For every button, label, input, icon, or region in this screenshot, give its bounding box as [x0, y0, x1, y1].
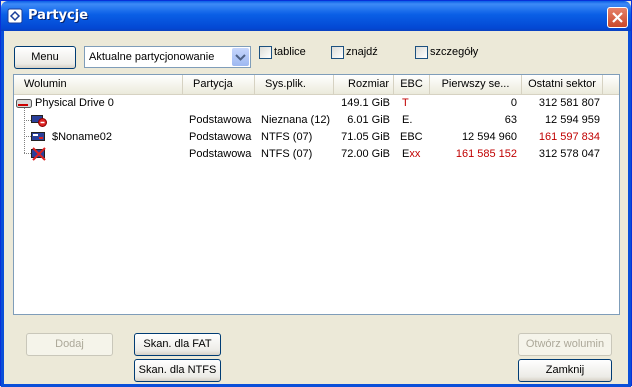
scan-ntfs-button[interactable]: Skan. dla NTFS [134, 359, 221, 382]
title-bar[interactable]: Partycje [1, 1, 631, 31]
first-sector-value: 0 [510, 97, 517, 109]
ebc-value: T [402, 97, 409, 109]
size-value: 6.01 GiB [347, 114, 390, 126]
table-row[interactable]: Physical Drive 0 149.1 GiB T 0 312 581 8… [14, 95, 619, 111]
last-sector-value: 312 581 807 [538, 97, 600, 109]
menu-button[interactable]: Menu [14, 46, 76, 69]
details-checkbox[interactable] [415, 46, 428, 59]
column-header-first-sector[interactable]: Pierwszy se... [430, 75, 522, 94]
ebc-value: Exx [402, 146, 420, 162]
column-header-ebc[interactable]: EBC [394, 75, 430, 94]
open-volume-button[interactable]: Otwórz wolumin [518, 333, 612, 356]
table-row[interactable]: Podstawowa Nieznana (12) 6.01 GiB E. 63 … [14, 112, 619, 128]
window-border-left [1, 31, 4, 387]
partitioning-select-value: Aktualne partycjonowanie [89, 51, 215, 63]
add-button[interactable]: Dodaj [26, 333, 113, 356]
ebc-value-suffix: xx [409, 148, 421, 160]
volume-name: Physical Drive 0 [35, 97, 114, 109]
close-icon [612, 12, 623, 23]
partitions-window: Partycje Menu Aktualne partycjonowanie t… [0, 0, 632, 387]
partitioning-select[interactable]: Aktualne partycjonowanie [84, 46, 251, 68]
size-value: 72.00 GiB [341, 148, 390, 160]
first-sector-value: 161 585 152 [455, 148, 517, 160]
column-header-volume[interactable]: Wolumin [14, 75, 183, 94]
column-header-last-sector[interactable]: Ostatni sektor [522, 75, 603, 94]
partition-type: Podstawowa [189, 114, 252, 126]
close-window-button[interactable] [607, 7, 628, 28]
partition-unknown-icon [31, 115, 47, 127]
filesystem-value: NTFS (07) [261, 148, 313, 160]
window-border-right [628, 31, 631, 387]
column-header-size[interactable]: Rozmiar [334, 75, 394, 94]
partition-icon [31, 132, 45, 141]
list-header: Wolumin Partycja Sys.plik. Rozmiar EBC P… [14, 75, 619, 95]
column-header-filesystem[interactable]: Sys.plik. [255, 75, 334, 94]
partition-list[interactable]: Wolumin Partycja Sys.plik. Rozmiar EBC P… [13, 74, 620, 315]
last-sector-value: 12 594 959 [544, 114, 600, 126]
chevron-down-icon[interactable] [232, 48, 249, 66]
column-header-partition[interactable]: Partycja [183, 75, 255, 94]
volume-name: $Noname02 [52, 131, 112, 143]
table-row[interactable]: Podstawowa NTFS (07) 72.00 GiB Exx 161 5… [14, 146, 619, 162]
find-checkbox-label: znajdź [346, 46, 378, 58]
close-button[interactable]: Zamknij [518, 359, 612, 382]
filesystem-value: Nieznana (12) [261, 114, 331, 126]
tables-checkbox[interactable] [259, 46, 272, 59]
hard-drive-icon [16, 99, 32, 108]
scan-fat-button[interactable]: Skan. dla FAT [134, 333, 221, 356]
first-sector-value: 63 [504, 114, 517, 126]
details-checkbox-label: szczegóły [430, 46, 479, 58]
tables-checkbox-label: tablice [274, 46, 306, 58]
table-row[interactable]: $Noname02 Podstawowa NTFS (07) 71.05 GiB… [14, 129, 619, 145]
find-checkbox[interactable] [331, 46, 344, 59]
last-sector-value: 161 597 834 [538, 131, 600, 143]
filesystem-value: NTFS (07) [261, 131, 313, 143]
window-title: Partycje [28, 8, 89, 23]
partition-error-icon [31, 147, 46, 161]
app-icon [7, 8, 23, 24]
size-value: 149.1 GiB [341, 97, 390, 109]
last-sector-value: 312 578 047 [538, 148, 600, 160]
partition-type: Podstawowa [189, 148, 252, 160]
ebc-value: EBC [400, 131, 423, 143]
first-sector-value: 12 594 960 [461, 131, 517, 143]
ebc-value: E. [402, 114, 413, 126]
size-value: 71.05 GiB [341, 131, 390, 143]
partition-type: Podstawowa [189, 131, 252, 143]
